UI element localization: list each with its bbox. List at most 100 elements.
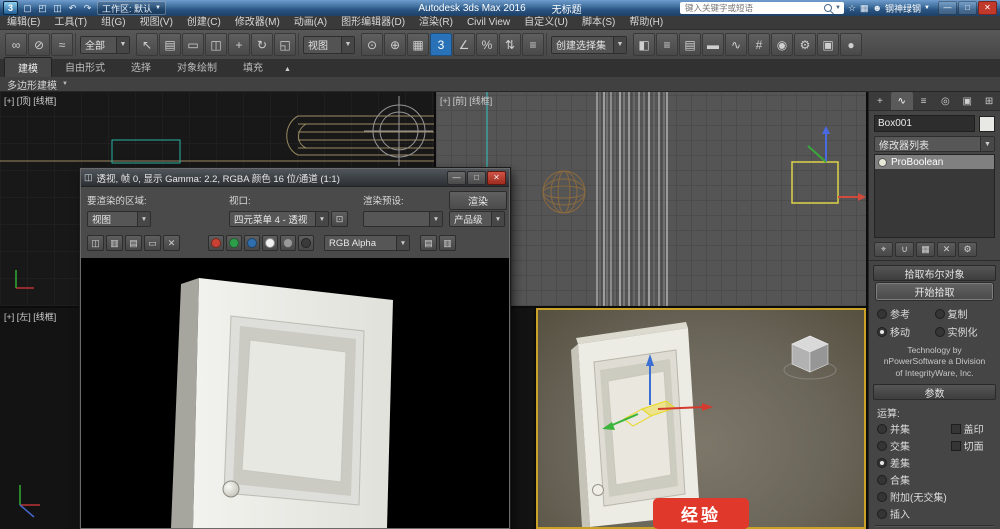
toggle-toolbar-icon[interactable]: ▥ [439,235,456,251]
select-object-icon[interactable]: ↖ [136,33,158,56]
use-pivot-center-icon[interactable]: ⊙ [361,33,383,56]
rw-close-button[interactable]: ✕ [487,170,506,185]
clone-window-icon[interactable]: ▤ [125,235,142,251]
operation-radio[interactable]: 交集 [877,438,947,453]
apps-grid-icon[interactable]: ▦ [860,3,869,14]
configure-modifier-sets-icon[interactable]: ⚙ [958,242,977,257]
operation-radio[interactable]: 差集 [877,455,947,470]
start-picking-button[interactable]: 开始拾取 [875,282,994,301]
selection-region-icon[interactable]: ▭ [182,33,204,56]
utilities-tab[interactable]: ⊞ [978,92,1000,110]
modify-tab[interactable]: ∿ [890,92,913,110]
menu-item[interactable]: 脚本(S) [575,16,622,29]
blue-channel-icon[interactable] [244,235,260,251]
layer-manager-icon[interactable]: ▤ [679,33,701,56]
named-selection-sets-dropdown[interactable]: 创建选择集 ▼ [551,35,627,54]
search-input[interactable] [682,2,821,14]
viewport-perspective[interactable] [536,308,866,529]
unlink-selection-icon[interactable]: ⊘ [28,33,50,56]
menu-item[interactable]: 创建(C) [180,16,228,29]
render-button[interactable]: 渲染 [449,191,507,210]
operation-radio[interactable]: 插入 [877,506,947,521]
operation-radio[interactable]: 并集 [877,421,947,436]
pick-mode-radio[interactable]: 移动 [877,324,935,339]
viewport-dropdown[interactable]: 四元菜单 4 - 透视 ▼ [229,211,329,227]
ribbon-collapse-icon[interactable]: ▲ [284,66,291,73]
red-channel-icon[interactable] [208,235,224,251]
select-and-manipulate-icon[interactable]: ⊕ [384,33,406,56]
polygon-modeling-panel-label[interactable]: 多边形建模 [7,77,57,92]
menu-item[interactable]: 图形编辑器(D) [334,16,412,29]
select-and-scale-icon[interactable]: ◱ [274,33,296,56]
minimize-button[interactable]: — [938,1,957,15]
redo-icon[interactable]: ↷ [81,2,94,14]
maximize-button[interactable]: □ [958,1,977,15]
ribbon-tab[interactable]: 对象绘制 [164,57,230,77]
keyboard-override-icon[interactable]: ▦ [407,33,429,56]
white-swatch-icon[interactable] [262,235,278,251]
reference-coordinate-dropdown[interactable]: 视图 ▼ [303,35,355,54]
channel-display-dropdown[interactable]: RGB Alpha ▼ [324,235,410,251]
rollout-pick-boolean[interactable]: 拾取布尔对象 [873,265,996,281]
viewport-front-label[interactable]: [+] [前] [线框] [440,94,492,107]
operation-checkbox[interactable]: 盖印 [950,421,992,436]
workspace-selector[interactable]: 工作区: 默认 ▼ [97,1,166,15]
new-scene-icon[interactable]: ▢ [21,2,34,14]
menu-item[interactable]: Civil View [460,16,517,29]
print-image-icon[interactable]: ▭ [144,235,161,251]
render-setup-icon[interactable]: ⚙ [794,33,816,56]
make-unique-icon[interactable]: ▦ [916,242,935,257]
schematic-view-icon[interactable]: # [748,33,770,56]
open-file-icon[interactable]: ◰ [36,2,49,14]
rendered-frame-window-icon[interactable]: ▣ [817,33,839,56]
save-image-icon[interactable]: ◫ [87,235,104,251]
rw-maximize-button[interactable]: □ [467,170,486,185]
menu-item[interactable]: 动画(A) [287,16,334,29]
select-and-link-icon[interactable]: ∞ [5,33,27,56]
ribbon-tab[interactable]: 自由形式 [52,57,118,77]
pick-mode-radio[interactable]: 实例化 [934,324,993,339]
copy-image-icon[interactable]: ▥ [106,235,123,251]
angle-snap-icon[interactable]: ∠ [453,33,475,56]
ribbon-tab[interactable]: 建模 [4,57,52,77]
clear-image-icon[interactable]: ✕ [163,235,180,251]
search-dropdown-icon[interactable]: ▼ [835,5,841,11]
menu-item[interactable]: 修改器(M) [228,16,287,29]
lock-viewport-icon[interactable]: ⊡ [331,211,348,227]
modifier-stack-item[interactable]: ProBoolean [875,155,994,169]
color-correction-icon[interactable]: ▤ [420,235,437,251]
menu-item[interactable]: 自定义(U) [517,16,575,29]
percent-snap-icon[interactable]: % [476,33,498,56]
render-quality-dropdown[interactable]: 产品级 ▼ [449,211,505,227]
edit-named-sets-icon[interactable]: ≡ [522,33,544,56]
render-production-icon[interactable]: ● [840,33,862,56]
modifier-list-dropdown[interactable]: 修改器列表 ▼ [874,136,995,152]
show-end-result-icon[interactable]: ∪ [895,242,914,257]
remove-modifier-icon[interactable]: ✕ [937,242,956,257]
material-editor-icon[interactable]: ◉ [771,33,793,56]
save-file-icon[interactable]: ◫ [51,2,64,14]
spinner-snap-icon[interactable]: ⇅ [499,33,521,56]
visibility-bulb-icon[interactable] [878,157,887,167]
menu-item[interactable]: 编辑(E) [0,16,47,29]
operation-checkbox[interactable]: 切面 [950,438,992,453]
application-logo-icon[interactable]: 3 [3,1,18,15]
object-color-swatch[interactable] [979,115,995,132]
green-channel-icon[interactable] [226,235,242,251]
favorites-star-icon[interactable]: ☆ [848,3,856,14]
titlebar[interactable]: 3 ▢ ◰ ◫ ↶ ↷ 工作区: 默认 ▼ Autodesk 3ds Max 2016 无… [0,0,1000,16]
ribbon-tab[interactable]: 选择 [118,57,164,77]
align-icon[interactable]: ≡ [656,33,678,56]
undo-icon[interactable]: ↶ [66,2,79,14]
object-name-field[interactable] [874,115,975,132]
select-and-rotate-icon[interactable]: ↻ [251,33,273,56]
operation-radio[interactable]: 合集 [877,472,947,487]
mono-channel-icon[interactable] [280,235,296,251]
menu-item[interactable]: 组(G) [94,16,132,29]
rollout-parameters[interactable]: 参数 [873,384,996,401]
select-and-move-icon[interactable]: + [228,33,250,56]
render-preset-dropdown[interactable]: ▼ [363,211,443,227]
close-button[interactable]: ✕ [978,1,997,15]
display-tab[interactable]: ▣ [956,92,978,110]
motion-tab[interactable]: ◎ [934,92,956,110]
